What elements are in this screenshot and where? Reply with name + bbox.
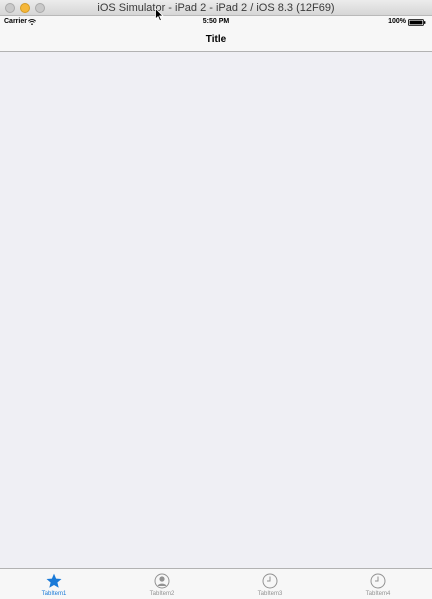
window-title-bar[interactable]: iOS Simulator - iPad 2 - iPad 2 / iOS 8.… bbox=[0, 0, 432, 16]
clock-icon bbox=[370, 573, 386, 589]
simulator-window: iOS Simulator - iPad 2 - iPad 2 / iOS 8.… bbox=[0, 0, 432, 599]
navigation-bar: Title bbox=[0, 28, 432, 52]
battery-icon bbox=[408, 19, 426, 26]
content-area bbox=[0, 52, 432, 568]
window-title: iOS Simulator - iPad 2 - iPad 2 / iOS 8.… bbox=[97, 2, 335, 14]
tab-item-4-label: TabItem4 bbox=[365, 591, 391, 597]
ios-status-bar: Carrier 5:50 PM 100% bbox=[0, 16, 432, 28]
tab-item-2[interactable]: TabItem2 bbox=[108, 569, 216, 599]
tab-bar: TabItem1 TabItem2 TabItem3 TabItem4 bbox=[0, 568, 432, 599]
tab-item-2-label: TabItem2 bbox=[149, 591, 175, 597]
contact-icon bbox=[154, 573, 170, 589]
tab-item-1[interactable]: TabItem1 bbox=[0, 569, 108, 599]
status-time: 5:50 PM bbox=[202, 18, 230, 25]
page-title: Title bbox=[205, 34, 227, 45]
battery-percentage: 100% bbox=[388, 18, 406, 25]
clock-icon bbox=[262, 573, 278, 589]
tab-item-1-label: TabItem1 bbox=[41, 591, 67, 597]
tab-item-4[interactable]: TabItem4 bbox=[324, 569, 432, 599]
mouse-cursor-icon bbox=[155, 8, 164, 22]
tab-item-3[interactable]: TabItem3 bbox=[216, 569, 324, 599]
star-icon bbox=[46, 573, 62, 588]
tab-item-3-label: TabItem3 bbox=[257, 591, 283, 597]
